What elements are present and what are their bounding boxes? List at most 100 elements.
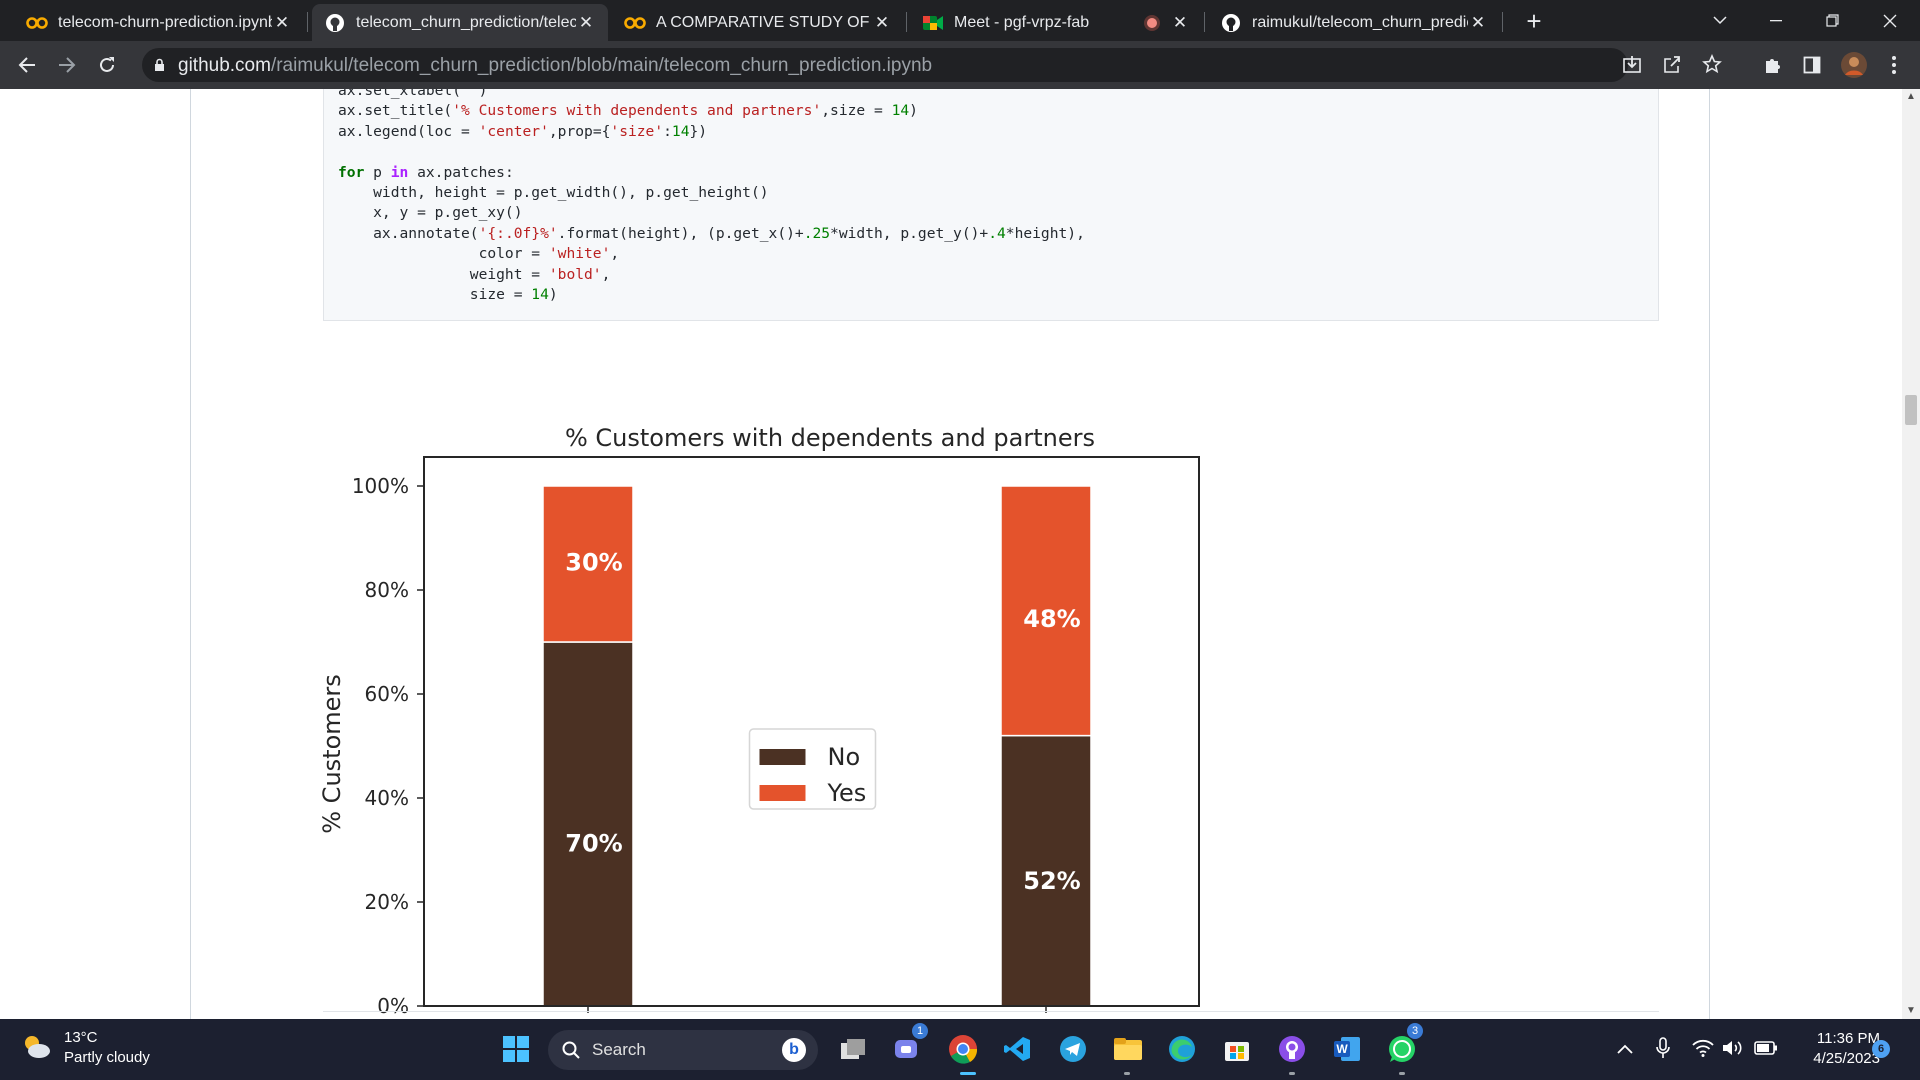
- legend-label: Yes: [827, 779, 867, 807]
- bing-icon: b: [782, 1038, 806, 1062]
- tab-title: raimukul/telecom_churn_predicti: [1252, 13, 1468, 31]
- browser-toolbar: github.com/raimukul/telecom_churn_predic…: [0, 41, 1920, 89]
- windows-start-icon[interactable]: [499, 1032, 533, 1066]
- tab-github-notebook[interactable]: telecom_churn_prediction/teleco ✕: [312, 4, 608, 41]
- tab-close-button[interactable]: ✕: [872, 13, 892, 33]
- chrome-active-indicator: [960, 1072, 976, 1075]
- file-explorer-icon[interactable]: [1111, 1032, 1145, 1066]
- weather-description: Partly cloudy: [64, 1049, 150, 1066]
- chart-title: % Customers with dependents and partners: [565, 424, 1095, 452]
- code-line: ax.set_xlabel(''): [338, 89, 488, 99]
- github-desktop-icon[interactable]: [1275, 1032, 1309, 1066]
- new-tab-button[interactable]: +: [1518, 4, 1550, 38]
- share-icon[interactable]: [1662, 55, 1682, 80]
- tab-close-button[interactable]: ✕: [1170, 13, 1190, 33]
- url-path: /raimukul/telecom_churn_prediction/blob/…: [270, 55, 933, 76]
- tab-title: Meet - pgf-vrpz-fab: [954, 13, 1090, 31]
- code-line: weight = 'bold',: [338, 265, 611, 283]
- notification-badge[interactable]: 6: [1872, 1040, 1890, 1058]
- y-tick-label: 100%: [352, 474, 409, 498]
- word-icon[interactable]: W: [1330, 1032, 1364, 1066]
- tab-separator: [1204, 12, 1205, 32]
- tab-search-icon[interactable]: [1692, 0, 1748, 41]
- browser-menu-icon[interactable]: [1876, 47, 1912, 83]
- code-line: ax.set_title('% Customers with dependent…: [338, 102, 918, 120]
- extensions-puzzle-icon[interactable]: [1754, 47, 1790, 83]
- search-icon: [562, 1041, 580, 1059]
- tab-colab-notebook[interactable]: telecom-churn-prediction.ipynb ✕: [14, 4, 304, 41]
- forward-button[interactable]: [49, 47, 85, 83]
- chart-legend: No Yes: [748, 728, 877, 810]
- telegram-icon[interactable]: [1056, 1032, 1090, 1066]
- clock-date: 4/25/2023: [1813, 1050, 1880, 1067]
- weather-temperature: 13°C: [64, 1029, 98, 1046]
- hidden-icons-chevron-icon[interactable]: [1617, 1041, 1633, 1059]
- volume-icon[interactable]: [1722, 1039, 1744, 1062]
- page-scrollbar[interactable]: ▲ ▼: [1902, 89, 1920, 1019]
- tab-comparative-study[interactable]: A COMPARATIVE STUDY OF MUL ✕: [612, 4, 904, 41]
- colab-icon: [624, 12, 646, 34]
- tab-close-button[interactable]: ✕: [1468, 13, 1488, 33]
- scrollbar-thumb[interactable]: [1905, 395, 1917, 425]
- github-icon: [1220, 12, 1242, 34]
- weather-widget[interactable]: 13°C Partly cloudy: [20, 1028, 150, 1068]
- running-indicator: [1124, 1072, 1130, 1075]
- minimize-button[interactable]: [1748, 0, 1804, 41]
- tab-title: telecom_churn_prediction/teleco: [356, 13, 576, 31]
- tab-title: telecom-churn-prediction.ipynb: [58, 13, 272, 31]
- bookmark-star-icon[interactable]: [1702, 53, 1722, 79]
- code-line: x, y = p.get_xy(): [338, 204, 523, 222]
- recording-icon: [1144, 14, 1160, 31]
- data-label: 48%: [1023, 605, 1080, 633]
- chrome-icon[interactable]: [946, 1032, 980, 1066]
- tab-separator: [307, 12, 308, 32]
- microphone-icon[interactable]: [1656, 1037, 1670, 1064]
- stacked-bar-chart: % Customers with dependents and partners…: [318, 424, 1200, 1018]
- code-cell: ax.set_xlabel('') ax.set_title('% Custome…: [323, 89, 1659, 321]
- tab-github-repo[interactable]: raimukul/telecom_churn_predicti ✕: [1208, 4, 1500, 41]
- side-panel-icon[interactable]: [1794, 47, 1830, 83]
- teams-badge: 1: [912, 1023, 928, 1039]
- reload-button[interactable]: [89, 47, 125, 83]
- install-icon[interactable]: [1622, 55, 1642, 80]
- data-label: 30%: [565, 549, 622, 577]
- restore-button[interactable]: [1804, 0, 1860, 41]
- code-line: ax.legend(loc = 'center',prop={'size':14…: [338, 122, 708, 140]
- taskbar-search-box[interactable]: Search b: [548, 1030, 818, 1070]
- windows-taskbar: 13°C Partly cloudy Search b 1 W 3 11:36 …: [0, 1019, 1920, 1080]
- address-bar[interactable]: github.com/raimukul/telecom_churn_predic…: [142, 48, 1722, 82]
- back-button[interactable]: [9, 47, 45, 83]
- profile-avatar[interactable]: [1836, 47, 1872, 83]
- code-line: width, height = p.get_width(), p.get_hei…: [338, 184, 769, 202]
- bar-segment-no: [542, 641, 634, 1007]
- tab-google-meet[interactable]: Meet - pgf-vrpz-fab ✕: [910, 4, 1202, 41]
- tab-separator: [1502, 12, 1503, 32]
- tab-close-button[interactable]: ✕: [576, 13, 596, 33]
- system-clock[interactable]: 11:36 PM 4/25/2023: [1790, 1029, 1880, 1069]
- data-label: 70%: [565, 829, 622, 857]
- task-view-icon[interactable]: [836, 1032, 870, 1066]
- tab-separator: [906, 12, 907, 32]
- partly-cloudy-icon: [20, 1031, 52, 1066]
- url-host: github.com: [178, 55, 271, 76]
- y-axis-label: % Customers: [318, 674, 346, 834]
- chart-marks: 0%20%40%60%80%100%70%30%Dependents52%48%…: [352, 474, 1092, 1018]
- code-line: color = 'white',: [338, 245, 620, 263]
- wifi-icon[interactable]: [1692, 1039, 1714, 1062]
- tab-close-button[interactable]: ✕: [272, 13, 292, 33]
- legend-swatch-no: [759, 749, 806, 765]
- vscode-icon[interactable]: [1000, 1032, 1034, 1066]
- next-cell-border: [323, 1011, 1659, 1012]
- tab-title: A COMPARATIVE STUDY OF MUL: [656, 13, 872, 31]
- microsoft-store-icon[interactable]: [1220, 1032, 1254, 1066]
- close-window-button[interactable]: [1862, 0, 1918, 41]
- scroll-up-arrow-icon[interactable]: ▲: [1902, 89, 1920, 105]
- legend-swatch-yes: [759, 785, 806, 801]
- edge-icon[interactable]: [1165, 1032, 1199, 1066]
- code-line: ax.annotate('{:.0f}%'.format(height), (p…: [338, 224, 1085, 242]
- svg-text:W: W: [1336, 1042, 1348, 1056]
- code-block: ax.set_xlabel('') ax.set_title('% Custome…: [338, 89, 1085, 305]
- scroll-down-arrow-icon[interactable]: ▼: [1902, 1003, 1920, 1019]
- battery-icon[interactable]: [1754, 1040, 1778, 1061]
